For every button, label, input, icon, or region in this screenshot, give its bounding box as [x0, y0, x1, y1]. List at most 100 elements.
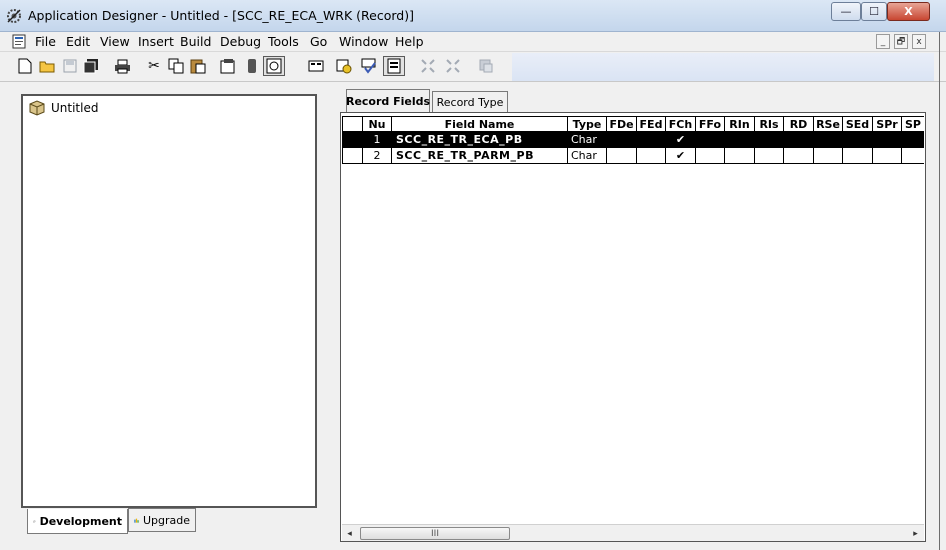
project-tree-pane[interactable]: Untitled [21, 94, 317, 508]
row-rd [784, 148, 814, 164]
development-icon [33, 519, 36, 523]
view-definition-icon[interactable] [263, 56, 285, 76]
row-fed [637, 148, 666, 164]
row-rin [725, 132, 755, 148]
tree-item-label: Untitled [51, 101, 99, 115]
col-header-type[interactable]: Type [568, 116, 607, 132]
row-fed [637, 132, 666, 148]
window-title: Application Designer - Untitled - [SCC_R… [28, 8, 414, 23]
menu-help[interactable]: Help [395, 34, 424, 49]
row-ris [755, 148, 784, 164]
toolbar-background [512, 53, 934, 81]
mdi-restore-button[interactable]: 🗗 [894, 34, 908, 49]
record-fields-pane: Nu Field Name Type FDe FEd FCh FFo RIn R… [340, 112, 926, 542]
scrollbar-thumb[interactable]: III [360, 527, 510, 540]
col-header-rd[interactable]: RD [784, 116, 814, 132]
row-marker[interactable] [342, 132, 363, 148]
properties-icon[interactable] [219, 57, 237, 75]
tab-development-label: Development [39, 514, 122, 528]
col-header-ffo[interactable]: FFo [696, 116, 725, 132]
col-header-fed[interactable]: FEd [637, 116, 666, 132]
row-marker[interactable] [342, 148, 363, 164]
menu-edit[interactable]: Edit [66, 34, 90, 49]
expand-icon[interactable] [419, 57, 437, 75]
col-header-ris[interactable]: RIs [755, 116, 784, 132]
print-icon[interactable] [113, 57, 131, 75]
row-rse [814, 148, 843, 164]
tab-development[interactable]: Development [27, 509, 128, 534]
mdi-close-button[interactable]: x [912, 34, 926, 49]
row-rin [725, 148, 755, 164]
copy-icon[interactable] [167, 57, 185, 75]
row-sed [843, 132, 873, 148]
row-field-name[interactable]: SCC_RE_TR_PARM_PB [392, 148, 568, 164]
find-in-icon[interactable] [383, 56, 405, 76]
row-type: Char [568, 148, 607, 164]
project-icon[interactable] [243, 57, 261, 75]
paste-icon[interactable] [189, 57, 207, 75]
row-fde [607, 132, 637, 148]
menu-view[interactable]: View [100, 34, 130, 49]
validate-icon[interactable] [335, 57, 353, 75]
menu-insert[interactable]: Insert [138, 34, 174, 49]
view-peoplecode-icon[interactable] [307, 57, 325, 75]
row-ffo [696, 132, 725, 148]
menu-file[interactable]: File [35, 34, 56, 49]
col-header-sed[interactable]: SEd [843, 116, 873, 132]
save-icon[interactable] [61, 57, 79, 75]
close-button[interactable]: X [887, 2, 930, 21]
menu-bar: File Edit View Insert Build Debug Tools … [0, 32, 946, 52]
horizontal-scrollbar[interactable]: ◂ III ▸ [342, 524, 924, 541]
menu-tools[interactable]: Tools [268, 34, 299, 49]
menu-window[interactable]: Window [339, 34, 388, 49]
document-icon[interactable] [12, 34, 28, 49]
save-all-icon[interactable] [82, 57, 100, 75]
col-header-num[interactable]: Nu [363, 116, 392, 132]
row-rse [814, 132, 843, 148]
col-header-rin[interactable]: RIn [725, 116, 755, 132]
maximize-button[interactable]: ☐ [861, 2, 887, 21]
tab-record-type[interactable]: Record Type [432, 91, 508, 112]
row-fch: ✔ [666, 132, 696, 148]
row-ffo [696, 148, 725, 164]
new-document-icon[interactable] [16, 57, 34, 75]
row-rd [784, 132, 814, 148]
tab-upgrade-label: Upgrade [142, 513, 190, 527]
scroll-right-icon[interactable]: ▸ [908, 526, 923, 541]
row-type: Char [568, 132, 607, 148]
cut-icon[interactable]: ✂ [145, 57, 163, 75]
col-header-rse[interactable]: RSe [814, 116, 843, 132]
row-num: 1 [363, 132, 392, 148]
row-ris [755, 132, 784, 148]
row-sp [902, 148, 924, 164]
upgrade-icon [134, 518, 139, 523]
project-folder-icon [29, 100, 45, 116]
menu-go[interactable]: Go [310, 34, 327, 49]
title-bar: Application Designer - Untitled - [SCC_R… [0, 0, 946, 32]
tab-upgrade[interactable]: Upgrade [128, 508, 196, 532]
col-header-sp[interactable]: SP [902, 116, 924, 132]
collapse-icon[interactable] [444, 57, 462, 75]
col-header-field-name[interactable]: Field Name [392, 116, 568, 132]
scroll-left-icon[interactable]: ◂ [342, 526, 357, 541]
mdi-minimize-button[interactable]: _ [876, 34, 890, 49]
col-header-fde[interactable]: FDe [607, 116, 637, 132]
row-sed [843, 148, 873, 164]
tree-item-untitled[interactable]: Untitled [29, 100, 98, 116]
minimize-button[interactable]: — [831, 2, 861, 21]
menu-build[interactable]: Build [180, 34, 211, 49]
view-field-icon[interactable] [360, 57, 378, 75]
window-border [939, 32, 940, 550]
col-header-spr[interactable]: SPr [873, 116, 902, 132]
row-fde [607, 148, 637, 164]
col-header-fch[interactable]: FCh [666, 116, 696, 132]
row-field-name[interactable]: SCC_RE_TR_ECA_PB [392, 132, 568, 148]
open-folder-icon[interactable] [38, 57, 56, 75]
app-designer-icon [7, 9, 21, 23]
tab-record-fields[interactable]: Record Fields [346, 89, 430, 112]
menu-debug[interactable]: Debug [220, 34, 261, 49]
row-fch: ✔ [666, 148, 696, 164]
row-num: 2 [363, 148, 392, 164]
grid-header-marker [342, 116, 363, 132]
find-definition-icon[interactable] [477, 57, 495, 75]
